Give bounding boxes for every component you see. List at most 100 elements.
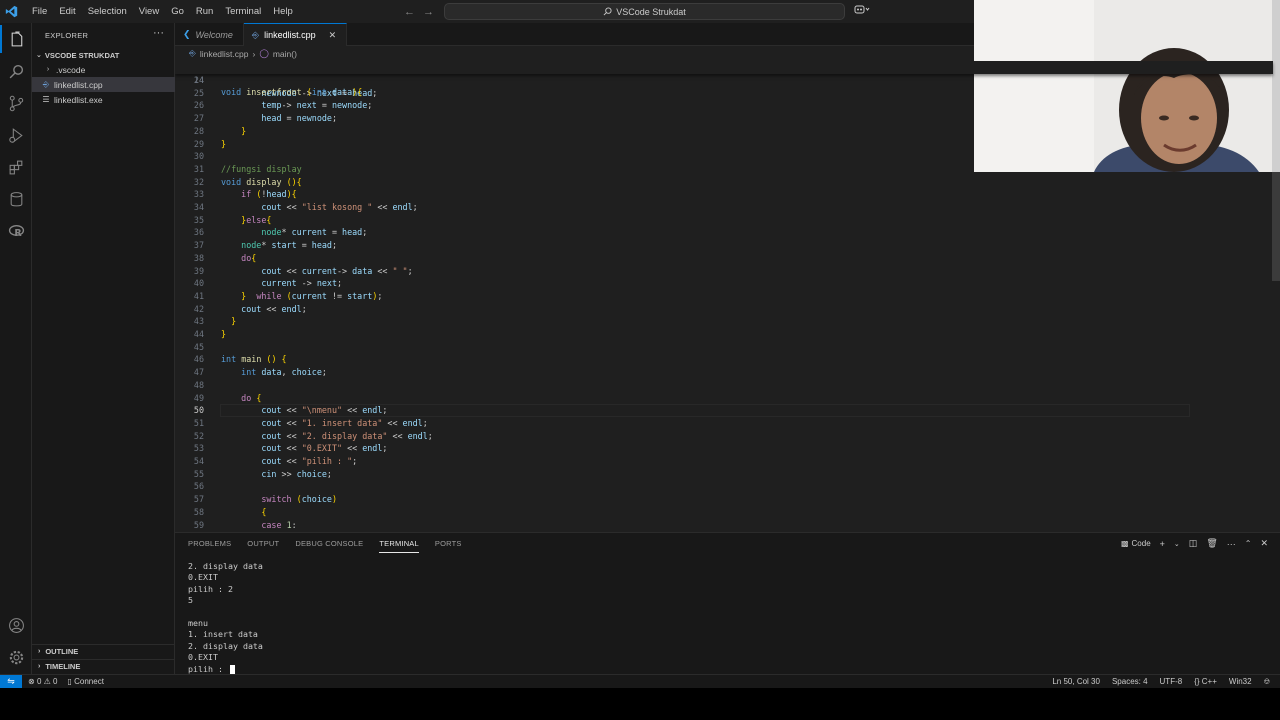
arrow-left-icon[interactable]: ←: [404, 6, 415, 18]
menu-file[interactable]: File: [26, 0, 53, 23]
more-actions-icon[interactable]: ···: [153, 27, 164, 39]
vscode-logo-icon: ❮: [183, 29, 191, 39]
code-text: void insertfront (int data){: [221, 87, 363, 98]
line-number: 49: [193, 392, 204, 403]
code-line: 43 }: [175, 315, 1273, 328]
tab-terminal[interactable]: TERMINAL: [379, 539, 419, 553]
line-number: 31: [193, 163, 204, 174]
sticky-scroll-line[interactable]: 14 void insertfront (int data){: [175, 61, 1273, 97]
code-text: cout << "list kosong " << endl;: [261, 202, 418, 212]
code-line: 48: [175, 379, 1273, 392]
tree-item-linkedlist-cpp[interactable]: ⎆ linkedlist.cpp: [32, 77, 175, 92]
code-text: }else{: [241, 214, 272, 225]
r-extension-icon[interactable]: R: [0, 217, 32, 245]
status-left: ⊗ 0 ⚠ 0 ▯ Connect: [28, 677, 104, 686]
close-icon[interactable]: ✕: [329, 30, 337, 41]
menu-go[interactable]: Go: [165, 0, 190, 23]
line-number: 32: [193, 176, 204, 187]
close-icon[interactable]: ✕: [1260, 538, 1268, 549]
copilot-icon[interactable]: [854, 4, 870, 17]
arrow-right-icon[interactable]: →: [423, 6, 434, 18]
menu-selection[interactable]: Selection: [82, 0, 133, 23]
code-text: } while (current != start);: [241, 290, 383, 301]
search-icon[interactable]: [0, 57, 32, 85]
line-number: 52: [193, 430, 204, 441]
menu-run[interactable]: Run: [190, 0, 219, 23]
add-terminal-icon[interactable]: +: [1160, 539, 1165, 549]
source-control-icon[interactable]: [0, 89, 32, 117]
settings-gear-icon[interactable]: [0, 643, 32, 671]
bell-icon[interactable]: ⎊: [1264, 677, 1270, 687]
webcam-overlay: [974, 0, 1280, 172]
account-icon[interactable]: [0, 611, 32, 639]
code-text: cin >> choice;: [261, 468, 332, 479]
menu-help[interactable]: Help: [267, 0, 299, 23]
code-text: temp-> next = newnode;: [261, 100, 373, 111]
more-actions-icon[interactable]: ···: [1227, 539, 1236, 549]
code-text: void display (){: [221, 176, 302, 187]
problems-status[interactable]: ⊗ 0 ⚠ 0: [28, 677, 57, 686]
code-line: 40 current -> next;: [175, 277, 1273, 290]
tree-item-vscode-folder[interactable]: › .vscode: [32, 62, 175, 77]
panel-tabs: PROBLEMS OUTPUT DEBUG CONSOLE TERMINAL P…: [188, 539, 462, 553]
tab-ports[interactable]: PORTS: [435, 539, 462, 553]
connect-status[interactable]: ▯ Connect: [67, 677, 103, 686]
line-number: 27: [193, 113, 204, 124]
tab-output[interactable]: OUTPUT: [247, 539, 279, 553]
code-line: 41 } while (current != start);: [175, 290, 1273, 303]
cpp-file-icon: ⎆: [251, 29, 260, 40]
trash-icon[interactable]: 🗑: [1206, 538, 1217, 549]
code-line: 51 cout << "1. insert data" << endl;: [175, 417, 1273, 430]
outline-section[interactable]: › OUTLINE: [32, 644, 175, 658]
plug-icon: ▯: [67, 677, 72, 686]
chevron-right-icon: ›: [38, 648, 41, 655]
cpp-file-icon: ⎆: [42, 79, 50, 89]
warning-count: 0: [53, 677, 58, 686]
panel-actions: ▩ Code + ⌄ ◫ 🗑 ··· ⌃ ✕: [1121, 538, 1268, 549]
command-center-search[interactable]: VSCode Strukdat: [444, 3, 845, 20]
folder-name: VSCODE STRUKDAT: [44, 50, 120, 60]
chevron-down-icon[interactable]: ⌄: [1174, 540, 1180, 548]
terminal-shell-label[interactable]: Code: [1132, 539, 1151, 548]
tab-linkedlist-cpp[interactable]: ⎆ linkedlist.cpp ✕: [243, 23, 348, 46]
line-number: 14: [193, 74, 204, 85]
tab-debug-console[interactable]: DEBUG CONSOLE: [295, 539, 363, 553]
terminal-output[interactable]: 2. display data 0.EXIT pilih : 2 5 menu …: [188, 561, 263, 675]
encoding[interactable]: UTF-8: [1160, 677, 1183, 686]
line-number: 56: [193, 481, 204, 492]
code-text: do{: [241, 252, 257, 263]
tab-problems[interactable]: PROBLEMS: [188, 539, 231, 553]
database-icon[interactable]: [0, 185, 32, 213]
braces-icon: {}: [1194, 677, 1200, 686]
run-debug-icon[interactable]: [0, 121, 32, 149]
tree-item-linkedlist-exe[interactable]: ☰ linkedlist.exe: [32, 92, 175, 107]
chevron-up-icon[interactable]: ⌃: [1245, 539, 1252, 548]
remote-icon[interactable]: ⇋: [0, 674, 22, 689]
code-text: }: [221, 329, 227, 339]
svg-text:R: R: [14, 227, 22, 238]
breadcrumb-symbol[interactable]: main(): [273, 49, 297, 59]
line-number: 36: [193, 227, 204, 238]
cursor-position[interactable]: Ln 50, Col 30: [1052, 677, 1100, 686]
split-terminal-icon[interactable]: ◫: [1189, 538, 1198, 549]
timeline-section[interactable]: › TIMELINE: [32, 659, 175, 673]
line-number: 35: [193, 214, 204, 225]
menu-terminal[interactable]: Terminal: [219, 0, 267, 23]
folder-header[interactable]: ⌄ VSCODE STRUKDAT: [32, 48, 175, 62]
navigation-arrows: ← →: [404, 0, 434, 23]
tab-welcome[interactable]: ❮ Welcome: [175, 23, 244, 46]
code-text: }: [231, 316, 237, 327]
menu-view[interactable]: View: [133, 0, 165, 23]
explorer-icon[interactable]: [0, 25, 32, 53]
language-mode[interactable]: {} C++: [1194, 677, 1217, 686]
code-line: 49 do {: [175, 392, 1273, 405]
editor-tabs: ❮ Welcome ⎆ linkedlist.cpp ✕: [175, 23, 974, 46]
platform[interactable]: Win32: [1229, 677, 1252, 686]
code-line: 55 cin >> choice;: [175, 468, 1273, 481]
extensions-icon[interactable]: [0, 153, 32, 181]
file-icon: ☰: [42, 95, 50, 104]
menu-edit[interactable]: Edit: [53, 0, 81, 23]
code-line: 57 switch (choice): [175, 493, 1273, 506]
indentation[interactable]: Spaces: 4: [1112, 677, 1148, 686]
breadcrumb-file[interactable]: linkedlist.cpp: [200, 49, 249, 59]
